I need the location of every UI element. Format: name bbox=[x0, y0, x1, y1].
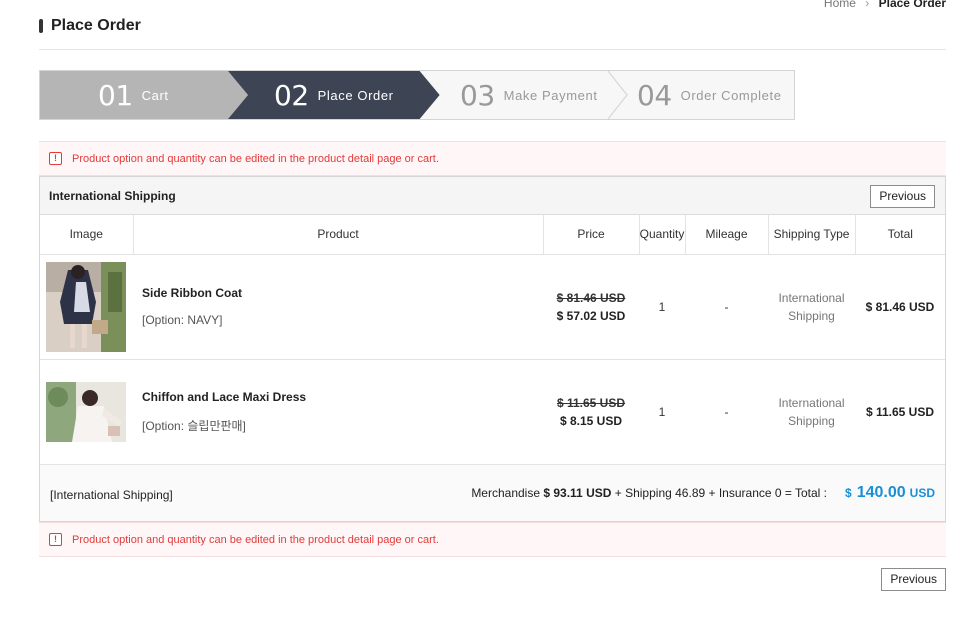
quantity-cell: 1 bbox=[639, 359, 685, 465]
order-summary: [International Shipping] Merchandise $ 9… bbox=[40, 464, 945, 521]
grand-total-currency: $ bbox=[845, 485, 852, 500]
original-price: $ 11.65 USD bbox=[556, 395, 626, 410]
product-option: [Option: 슬립만판매] bbox=[142, 418, 246, 433]
shipping-type-cell: International Shipping bbox=[768, 359, 855, 465]
quantity-cell: 1 bbox=[639, 254, 685, 360]
product-option: [Option: NAVY] bbox=[142, 313, 223, 327]
col-total: Total bbox=[855, 215, 945, 255]
summary-rest: + Shipping 46.89 + Insurance 0 = Total : bbox=[614, 485, 828, 500]
title-bar-icon bbox=[39, 19, 43, 33]
breadcrumb-home-link[interactable]: Home bbox=[824, 0, 856, 10]
sale-price: $ 8.15 USD bbox=[559, 413, 623, 428]
order-table-box: International Shipping Previous Image Pr… bbox=[39, 176, 946, 522]
order-table-header: International Shipping Previous bbox=[40, 177, 945, 215]
step-2-number: 02 bbox=[274, 78, 309, 112]
row-total-cell: $ 81.46 USD bbox=[855, 254, 945, 360]
chevron-right-icon: › bbox=[865, 0, 870, 10]
col-shipping-type: Shipping Type bbox=[768, 215, 856, 255]
summary-calculation: Merchandise $ 93.11 USD + Shipping 46.89… bbox=[471, 484, 935, 502]
product-info-cell: Chiffon and Lace Maxi Dress [Option: 슬립만… bbox=[133, 359, 543, 465]
row-total-cell: $ 11.65 USD bbox=[855, 359, 945, 465]
step-order-complete: 04 Order Complete bbox=[637, 71, 782, 119]
alert-icon: ! bbox=[49, 152, 62, 165]
col-price: Price bbox=[543, 215, 640, 255]
step-3-chevron bbox=[607, 71, 628, 119]
col-image: Image bbox=[40, 215, 134, 255]
price-cell: $ 11.65 USD $ 8.15 USD bbox=[543, 359, 639, 465]
shipping-type-cell: International Shipping bbox=[768, 254, 855, 360]
product-info-cell: Side Ribbon Coat [Option: NAVY] bbox=[133, 254, 543, 360]
grand-total-amount: 140.00 bbox=[856, 483, 906, 501]
step-place-order: 02 Place Order bbox=[274, 71, 394, 119]
edit-notice-top: ! Product option and quantity can be edi… bbox=[39, 141, 946, 176]
col-product: Product bbox=[133, 215, 544, 255]
breadcrumb: Home › Place Order bbox=[824, 0, 946, 10]
edit-notice-text: Product option and quantity can be edite… bbox=[72, 152, 439, 165]
table-row: Side Ribbon Coat [Option: NAVY] $ 81.46 … bbox=[40, 254, 945, 360]
title-divider bbox=[39, 49, 946, 50]
previous-button-top[interactable]: Previous bbox=[870, 185, 935, 208]
step-2-label: Place Order bbox=[317, 87, 394, 103]
step-cart: 01 Cart bbox=[98, 71, 169, 119]
shipping-type-line1: International bbox=[778, 290, 845, 305]
order-steps: 01 Cart 02 Place Order 03 Make Payment 0… bbox=[39, 70, 795, 120]
shipping-type-line2: Shipping bbox=[788, 308, 835, 323]
product-name-link[interactable]: Side Ribbon Coat bbox=[142, 286, 543, 300]
step-3-number: 03 bbox=[460, 78, 495, 112]
step-4-label: Order Complete bbox=[680, 87, 782, 103]
col-quantity: Quantity bbox=[639, 215, 686, 255]
order-items-table: Image Product Price Quantity Mileage Shi… bbox=[40, 215, 945, 465]
sale-price: $ 57.02 USD bbox=[556, 308, 626, 323]
grand-total-unit: USD bbox=[909, 485, 935, 500]
breadcrumb-current: Place Order bbox=[878, 0, 946, 10]
merchandise-value: $ 93.11 USD bbox=[543, 485, 612, 500]
summary-shipping-label: [International Shipping] bbox=[50, 487, 173, 502]
shipping-heading: International Shipping bbox=[49, 189, 176, 203]
shipping-type-line2: Shipping bbox=[788, 413, 835, 428]
product-image-cell bbox=[40, 359, 133, 465]
page-title-text: Place Order bbox=[51, 17, 141, 34]
product-thumbnail-dress[interactable] bbox=[46, 381, 126, 442]
price-cell: $ 81.46 USD $ 57.02 USD bbox=[543, 254, 639, 360]
step-4-number: 04 bbox=[637, 78, 672, 112]
alert-icon: ! bbox=[49, 533, 62, 546]
table-row: Chiffon and Lace Maxi Dress [Option: 슬립만… bbox=[40, 359, 945, 465]
shipping-type-line1: International bbox=[778, 395, 845, 410]
grand-total: $140.00 USD bbox=[845, 484, 935, 502]
table-header-row: Image Product Price Quantity Mileage Shi… bbox=[40, 215, 945, 255]
product-thumbnail-coat[interactable] bbox=[46, 261, 126, 352]
product-name-link[interactable]: Chiffon and Lace Maxi Dress bbox=[142, 390, 543, 404]
shipping-type-text: International Shipping bbox=[778, 289, 844, 325]
previous-button-bottom[interactable]: Previous bbox=[881, 568, 946, 591]
product-image-cell bbox=[40, 254, 133, 360]
step-1-number: 01 bbox=[98, 78, 133, 112]
step-1-label: Cart bbox=[141, 87, 169, 103]
mileage-cell: - bbox=[685, 254, 768, 360]
shipping-type-text: International Shipping bbox=[778, 394, 844, 430]
col-mileage: Mileage bbox=[685, 215, 769, 255]
edit-notice-text: Product option and quantity can be edite… bbox=[72, 533, 439, 546]
edit-notice-bottom: ! Product option and quantity can be edi… bbox=[39, 522, 946, 557]
merchandise-label: Merchandise bbox=[471, 485, 541, 500]
step-make-payment: 03 Make Payment bbox=[460, 71, 598, 119]
mileage-cell: - bbox=[685, 359, 768, 465]
original-price: $ 81.46 USD bbox=[556, 290, 626, 305]
step-3-label: Make Payment bbox=[503, 87, 598, 103]
page-title: Place Order bbox=[39, 17, 141, 35]
